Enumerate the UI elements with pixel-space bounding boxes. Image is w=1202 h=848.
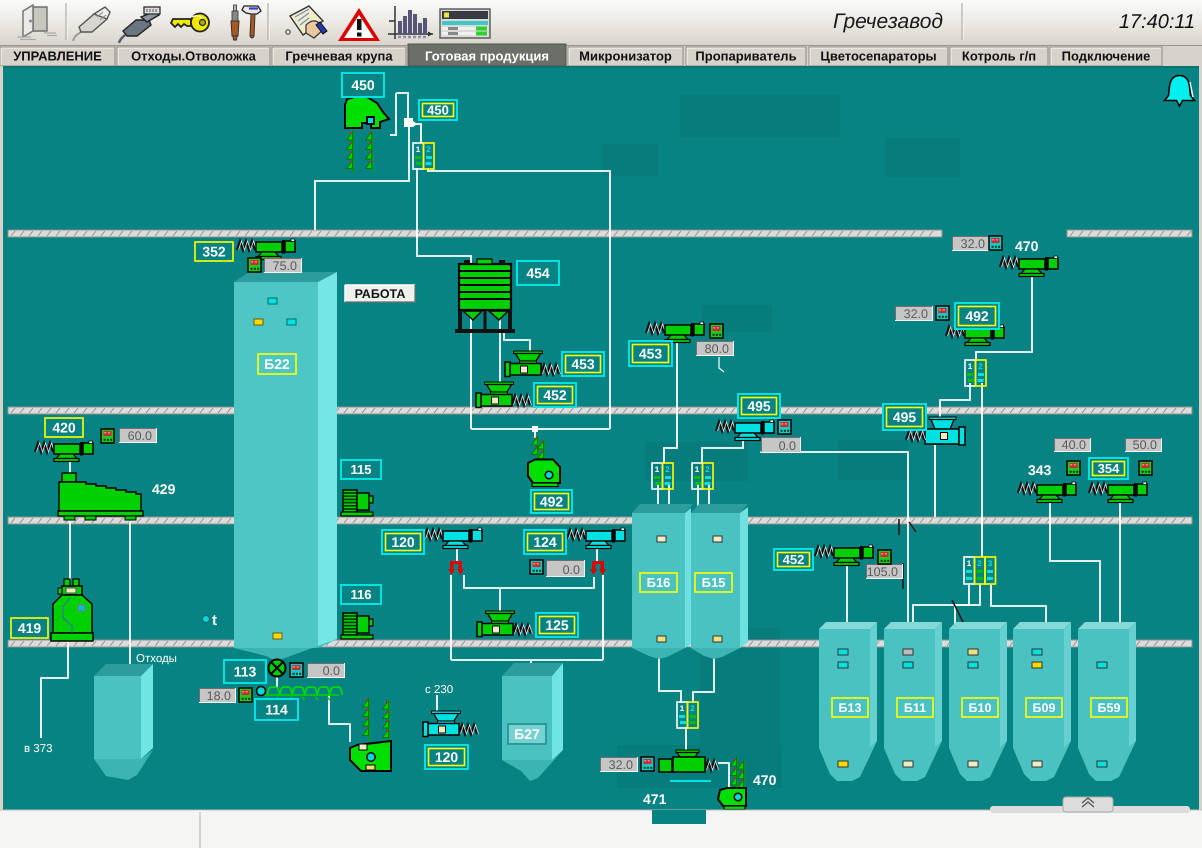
svg-text:17:40:11: 17:40:11 — [1119, 11, 1195, 33]
svg-text:Б09: Б09 — [1033, 701, 1056, 715]
svg-text:50.0: 50.0 — [1133, 438, 1157, 452]
svg-text:471: 471 — [643, 791, 667, 807]
svg-text:1: 1 — [695, 465, 700, 474]
svg-text:343: 343 — [1028, 462, 1052, 478]
svg-text:Котроль г/п: Котроль г/п — [962, 49, 1036, 64]
svg-text:120: 120 — [391, 534, 415, 550]
svg-text:1: 1 — [416, 145, 421, 154]
svg-text:с 230: с 230 — [425, 684, 453, 696]
svg-text:124: 124 — [533, 534, 557, 550]
svg-text:2: 2 — [665, 465, 670, 474]
svg-text:470: 470 — [753, 772, 777, 788]
svg-text:1: 1 — [655, 465, 660, 474]
svg-text:t: t — [212, 612, 217, 629]
svg-text:125: 125 — [545, 617, 569, 633]
svg-text:114: 114 — [265, 702, 288, 718]
svg-text:113: 113 — [234, 664, 257, 680]
svg-text:Б27: Б27 — [514, 726, 540, 742]
svg-text:470: 470 — [1015, 238, 1039, 254]
svg-text:105.0: 105.0 — [867, 565, 898, 579]
svg-text:450: 450 — [427, 103, 449, 118]
svg-text:Б59: Б59 — [1098, 701, 1121, 715]
svg-text:116: 116 — [351, 587, 372, 602]
svg-text:Готовая продукция: Готовая продукция — [425, 49, 549, 64]
svg-text:0.0: 0.0 — [323, 664, 340, 678]
svg-text:Б15: Б15 — [702, 575, 726, 590]
svg-text:492: 492 — [965, 308, 989, 324]
svg-text:32.0: 32.0 — [904, 307, 928, 321]
svg-text:Подключение: Подключение — [1062, 49, 1151, 64]
svg-text:40.0: 40.0 — [1062, 438, 1086, 452]
svg-text:120: 120 — [435, 749, 459, 765]
svg-text:352: 352 — [202, 244, 226, 260]
svg-text:Гречезавод: Гречезавод — [833, 10, 943, 33]
svg-text:1: 1 — [967, 559, 972, 568]
svg-text:Гречневая крупа: Гречневая крупа — [285, 49, 393, 64]
svg-text:в 373: в 373 — [24, 743, 53, 755]
svg-text:1: 1 — [968, 362, 973, 371]
svg-text:454: 454 — [526, 265, 550, 281]
svg-text:450: 450 — [351, 77, 375, 93]
svg-text:2: 2 — [978, 362, 983, 371]
svg-text:75.0: 75.0 — [273, 259, 297, 273]
svg-text:2: 2 — [705, 465, 710, 474]
svg-text:453: 453 — [639, 346, 663, 362]
svg-text:Цветосепараторы: Цветосепараторы — [820, 49, 936, 64]
svg-text:Микронизатор: Микронизатор — [579, 49, 672, 64]
svg-text:Пропариватель: Пропариватель — [695, 49, 796, 64]
svg-text:429: 429 — [152, 481, 176, 497]
svg-text:115: 115 — [351, 462, 372, 477]
svg-text:32.0: 32.0 — [609, 758, 633, 772]
svg-text:Б10: Б10 — [969, 701, 992, 715]
svg-text:2: 2 — [426, 145, 431, 154]
svg-text:32.0: 32.0 — [961, 237, 985, 251]
svg-text:60.0: 60.0 — [128, 429, 152, 443]
svg-text:0.0: 0.0 — [563, 563, 580, 577]
svg-text:Отходы.Отволожка: Отходы.Отволожка — [131, 49, 257, 64]
svg-text:2: 2 — [977, 559, 982, 568]
svg-text:Б22: Б22 — [264, 356, 290, 372]
svg-text:РАБОТА: РАБОТА — [355, 287, 406, 301]
svg-text:1: 1 — [680, 704, 685, 713]
svg-text:18.0: 18.0 — [207, 689, 231, 703]
svg-text:0.0: 0.0 — [779, 439, 796, 453]
svg-text:453: 453 — [571, 356, 595, 372]
svg-text:420: 420 — [52, 420, 76, 436]
svg-text:Отходы: Отходы — [136, 653, 177, 665]
svg-text:3: 3 — [988, 559, 993, 568]
svg-text:495: 495 — [893, 409, 917, 425]
svg-text:Б13: Б13 — [839, 701, 862, 715]
svg-text:495: 495 — [747, 398, 771, 414]
svg-text:354: 354 — [1098, 461, 1120, 476]
svg-text:452: 452 — [783, 552, 805, 567]
svg-text:Б16: Б16 — [647, 575, 671, 590]
svg-text:Б11: Б11 — [904, 701, 926, 715]
svg-text:492: 492 — [540, 494, 564, 510]
svg-text:2: 2 — [690, 704, 695, 713]
svg-text:80.0: 80.0 — [705, 342, 729, 356]
svg-text:452: 452 — [543, 387, 567, 403]
svg-text:419: 419 — [18, 620, 42, 636]
svg-text:УПРАВЛЕНИЕ: УПРАВЛЕНИЕ — [13, 49, 102, 64]
